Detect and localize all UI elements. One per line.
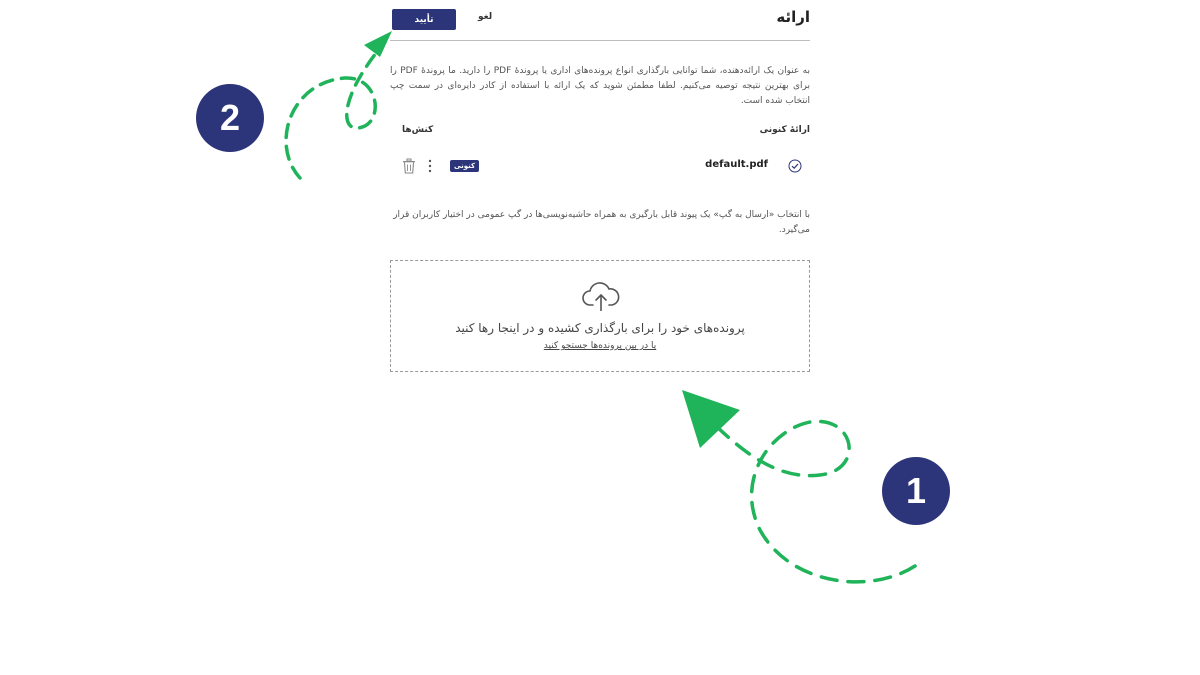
send-to-chat-note: با انتخاب «ارسال به گپ» یک پیوند قابل با…: [393, 210, 810, 235]
trash-icon[interactable]: [402, 158, 416, 174]
header-divider: [390, 40, 810, 41]
presentation-dialog: ارائه تأیید لغو به عنوان یک ارائه‌دهنده،…: [390, 0, 810, 380]
dialog-description: به عنوان یک ارائه‌دهنده، شما توانایی بار…: [390, 66, 810, 106]
browse-files-link[interactable]: یا در بین پرونده‌ها جستجو کنید: [391, 341, 809, 351]
file-name: default.pdf: [705, 159, 768, 170]
current-badge: کنونی: [450, 160, 480, 172]
check-circle-icon[interactable]: [788, 159, 802, 173]
actions-header: کنش‌ها: [402, 125, 434, 135]
cloud-upload-icon: [582, 282, 620, 311]
confirm-button[interactable]: تأیید: [392, 9, 456, 30]
presentation-row: default.pdf کنونی: [390, 152, 810, 180]
arrowhead-icon: [364, 31, 392, 57]
dashed-arrow-icon: [284, 40, 387, 180]
arrowhead-icon: [682, 390, 740, 448]
step-two-badge: 2: [196, 84, 264, 152]
step-one-badge: 1: [882, 457, 950, 525]
kebab-menu-icon[interactable]: [426, 158, 434, 174]
dropzone-text: پرونده‌های خود را برای بارگذاری کشیده و …: [455, 321, 745, 335]
dialog-title: ارائه: [776, 8, 810, 26]
upload-dropzone[interactable]: پرونده‌های خود را برای بارگذاری کشیده و …: [390, 260, 810, 372]
cancel-button[interactable]: لغو: [478, 12, 492, 22]
current-presentation-header: ارائهٔ کنونی: [759, 125, 810, 135]
